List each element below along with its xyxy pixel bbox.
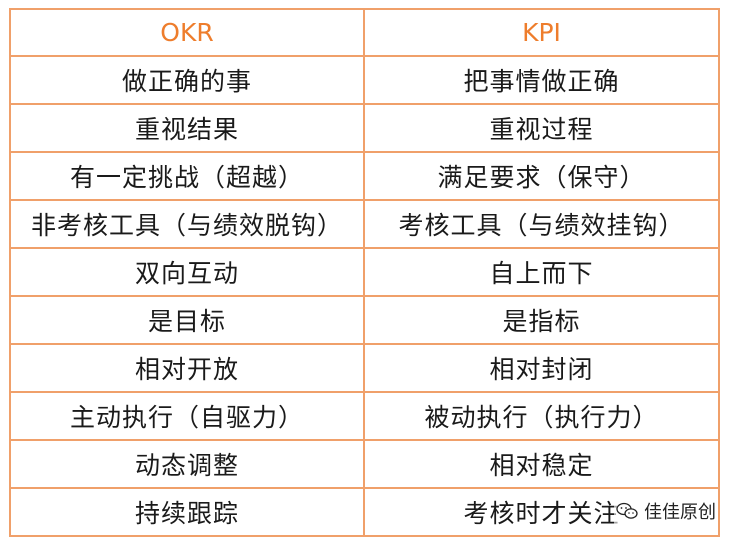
okr-cell: 持续跟踪 xyxy=(9,487,365,537)
kpi-cell: 把事情做正确 xyxy=(363,55,720,105)
kpi-cell: 自上而下 xyxy=(363,247,720,297)
header-okr: OKR xyxy=(9,8,365,57)
kpi-cell: 满足要求（保守） xyxy=(363,151,720,201)
table-row: 持续跟踪 考核时才关注 xyxy=(9,487,720,537)
table-row: 重视结果 重视过程 xyxy=(9,103,720,153)
comparison-table-container: OKR KPI 做正确的事 把事情做正确 重视结果 重视过程 有一定挑战（超越）… xyxy=(9,8,720,537)
okr-cell: 非考核工具（与绩效脱钩） xyxy=(9,199,365,249)
table-row: 双向互动 自上而下 xyxy=(9,247,720,297)
okr-cell: 有一定挑战（超越） xyxy=(9,151,365,201)
table-row: 有一定挑战（超越） 满足要求（保守） xyxy=(9,151,720,201)
kpi-cell: 相对封闭 xyxy=(363,343,720,393)
table-row: 非考核工具（与绩效脱钩） 考核工具（与绩效挂钩） xyxy=(9,199,720,249)
kpi-cell: 相对稳定 xyxy=(363,439,720,489)
wechat-chat-icon xyxy=(616,502,638,519)
watermark: 佳佳原创 xyxy=(614,498,718,524)
okr-cell: 相对开放 xyxy=(9,343,365,393)
table-header-row: OKR KPI xyxy=(9,8,720,57)
watermark-text: 佳佳原创 xyxy=(644,502,716,523)
okr-cell: 双向互动 xyxy=(9,247,365,297)
table-row: 是目标 是指标 xyxy=(9,295,720,345)
table-row: 做正确的事 把事情做正确 xyxy=(9,55,720,105)
okr-cell: 做正确的事 xyxy=(9,55,365,105)
header-kpi: KPI xyxy=(363,8,720,57)
table-row: 主动执行（自驱力） 被动执行（执行力） xyxy=(9,391,720,441)
table-row: 相对开放 相对封闭 xyxy=(9,343,720,393)
kpi-cell: 是指标 xyxy=(363,295,720,345)
table-row: 动态调整 相对稳定 xyxy=(9,439,720,489)
kpi-cell: 考核工具（与绩效挂钩） xyxy=(363,199,720,249)
okr-cell: 是目标 xyxy=(9,295,365,345)
kpi-cell: 重视过程 xyxy=(363,103,720,153)
okr-cell: 动态调整 xyxy=(9,439,365,489)
okr-cell: 重视结果 xyxy=(9,103,365,153)
okr-kpi-comparison-table: OKR KPI 做正确的事 把事情做正确 重视结果 重视过程 有一定挑战（超越）… xyxy=(9,8,720,537)
kpi-cell: 被动执行（执行力） xyxy=(363,391,720,441)
okr-cell: 主动执行（自驱力） xyxy=(9,391,365,441)
